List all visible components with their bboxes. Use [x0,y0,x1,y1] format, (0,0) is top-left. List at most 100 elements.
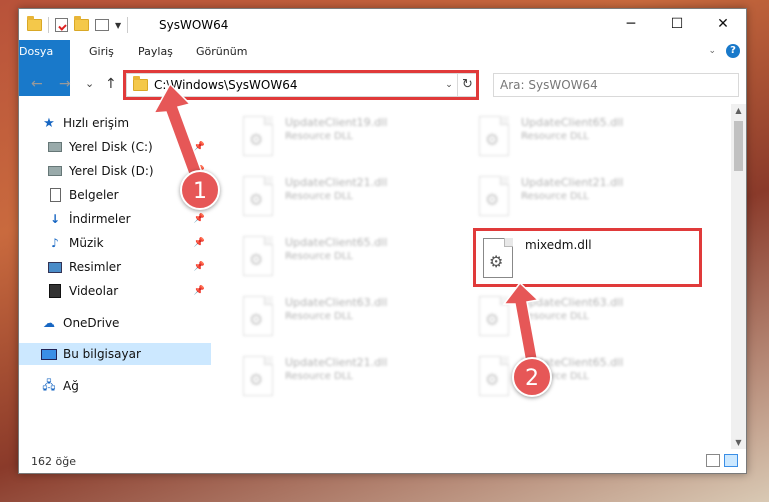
pin-icon[interactable]: 📌 [194,286,205,296]
file-name: UpdateClient19.dll [285,116,388,129]
back-button[interactable]: ← [31,76,43,92]
sidebar-item-network[interactable]: 🖧 Ağ [41,375,211,397]
sidebar-item-label: Bu bilgisayar [63,347,141,361]
file-name: UpdateClient65.dll [521,116,624,129]
vertical-scrollbar[interactable]: ▲ ▼ [731,104,746,449]
close-button[interactable]: ✕ [700,9,746,39]
file-type: Resource DLL [285,191,353,202]
file-item[interactable]: ⚙ UpdateClient65.dll Resource DLL [477,356,707,412]
pin-icon[interactable]: 📌 [194,142,205,152]
sidebar-item-label: Yerel Disk (C:) [69,140,153,154]
quick-access-toolbar: ▼ [27,16,129,33]
pictures-icon [47,259,63,275]
music-icon: ♪ [51,236,59,250]
file-item[interactable]: ⚙ UpdateClient65.dll Resource DLL [241,236,471,292]
pin-icon[interactable]: 📌 [194,262,205,272]
file-type: Resource DLL [285,251,353,262]
dll-file-icon: ⚙ [477,116,513,160]
help-icon[interactable]: ? [726,44,740,58]
scroll-up-icon[interactable]: ▲ [731,106,746,115]
sidebar-item-label: İndirmeler [69,212,131,226]
details-view-icon[interactable] [706,454,720,467]
scroll-down-icon[interactable]: ▼ [731,438,746,447]
sidebar-item-label: Videolar [69,284,119,298]
file-item[interactable]: ⚙ UpdateClient65.dll Resource DLL [477,116,707,172]
dll-file-icon: ⚙ [477,356,513,400]
sidebar-item-this-pc[interactable]: Bu bilgisayar [19,343,211,365]
file-name: UpdateClient65.dll [285,236,388,249]
step-2-badge: 2 [512,357,552,397]
folder-icon [27,16,42,31]
file-name: UpdateClient63.dll [521,296,624,309]
tab-view[interactable]: Görünüm [196,40,247,64]
network-icon: 🖧 [42,377,56,392]
documents-icon [47,187,63,203]
file-item[interactable]: ⚙ UpdateClient63.dll Resource DLL [241,296,471,352]
ribbon: Dosya Giriş Paylaş Görünüm ⌄ ? [19,40,746,96]
file-type: Resource DLL [285,371,353,382]
toolbar-divider [48,17,49,33]
customize-icon[interactable] [95,19,109,31]
sidebar-item-label: Müzik [69,236,104,250]
sidebar-item-label: Belgeler [69,188,119,202]
window-title: SysWOW64 [159,18,229,32]
pin-icon[interactable]: 📌 [194,238,205,248]
file-item[interactable]: ⚙ UpdateClient21.dll Resource DLL [241,176,471,232]
qat-dropdown-icon[interactable]: ▼ [115,21,121,30]
download-icon: ↓ [49,212,61,226]
tab-home[interactable]: Giriş [89,40,114,64]
sidebar-item-drive-c[interactable]: Yerel Disk (C:) 📌 [47,136,211,158]
scrollbar-thumb[interactable] [734,121,743,171]
ribbon-controls: ⌄ ? [708,44,740,58]
title-bar: ▼ SysWOW64 ─ ☐ ✕ [19,9,746,40]
file-item[interactable]: ⚙ UpdateClient21.dll Resource DLL [241,356,471,412]
sidebar-item-music[interactable]: ♪ Müzik 📌 [47,232,211,254]
sidebar-item-videos[interactable]: Videolar 📌 [47,280,211,302]
computer-icon [41,346,57,362]
properties-icon[interactable] [55,18,68,32]
sidebar-item-onedrive[interactable]: ☁ OneDrive [41,312,211,334]
file-name: UpdateClient21.dll [285,176,388,189]
file-type: Resource DLL [521,311,589,322]
file-type: Resource DLL [521,131,589,142]
file-item[interactable]: ⚙ UpdateClient63.dll Resource DLL [477,296,707,352]
file-type: Resource DLL [285,131,353,142]
tab-share[interactable]: Paylaş [138,40,173,64]
search-input[interactable]: Ara: SysWOW64 [493,73,739,97]
pin-icon[interactable]: 📌 [194,214,205,224]
cloud-icon: ☁ [43,316,55,330]
sidebar-item-downloads[interactable]: ↓ İndirmeler 📌 [47,208,211,230]
videos-icon [47,283,63,299]
view-switcher [706,454,738,467]
forward-button[interactable]: → [59,76,71,92]
toolbar-divider [127,17,129,33]
sidebar-item-quick-access[interactable]: ★ Hızlı erişim [41,112,211,134]
sidebar-item-label: Hızlı erişim [63,116,130,130]
drive-icon [47,163,63,179]
recent-locations-button[interactable]: ⌄ [85,77,94,90]
file-item[interactable]: ⚙ UpdateClient19.dll Resource DLL [241,116,471,172]
sidebar-item-label: Resimler [69,260,122,274]
drive-icon [47,139,63,155]
sidebar-item-label: OneDrive [63,316,120,330]
minimize-button[interactable]: ─ [608,9,654,39]
dll-file-icon: ⚙ [477,176,513,220]
status-bar: 162 öğe [19,450,746,474]
large-icons-view-icon[interactable] [724,454,738,467]
star-icon: ★ [43,115,55,131]
file-item[interactable]: ⚙ UpdateClient21.dll Resource DLL [477,176,707,232]
sidebar-item-label: Ağ [63,379,79,393]
file-name: UpdateClient63.dll [285,296,388,309]
up-button[interactable]: ↑ [105,76,117,92]
new-folder-icon[interactable] [74,16,89,31]
sidebar-item-pictures[interactable]: Resimler 📌 [47,256,211,278]
dll-file-icon: ⚙ [241,176,277,220]
window-controls: ─ ☐ ✕ [608,9,746,39]
dll-file-icon: ⚙ [241,236,277,280]
file-name: UpdateClient21.dll [285,356,388,369]
chevron-down-icon[interactable]: ⌄ [708,46,716,56]
dll-file-icon: ⚙ [477,296,513,340]
maximize-button[interactable]: ☐ [654,9,700,39]
dll-file-icon: ⚙ [241,356,277,400]
step-1-badge: 1 [180,170,220,210]
